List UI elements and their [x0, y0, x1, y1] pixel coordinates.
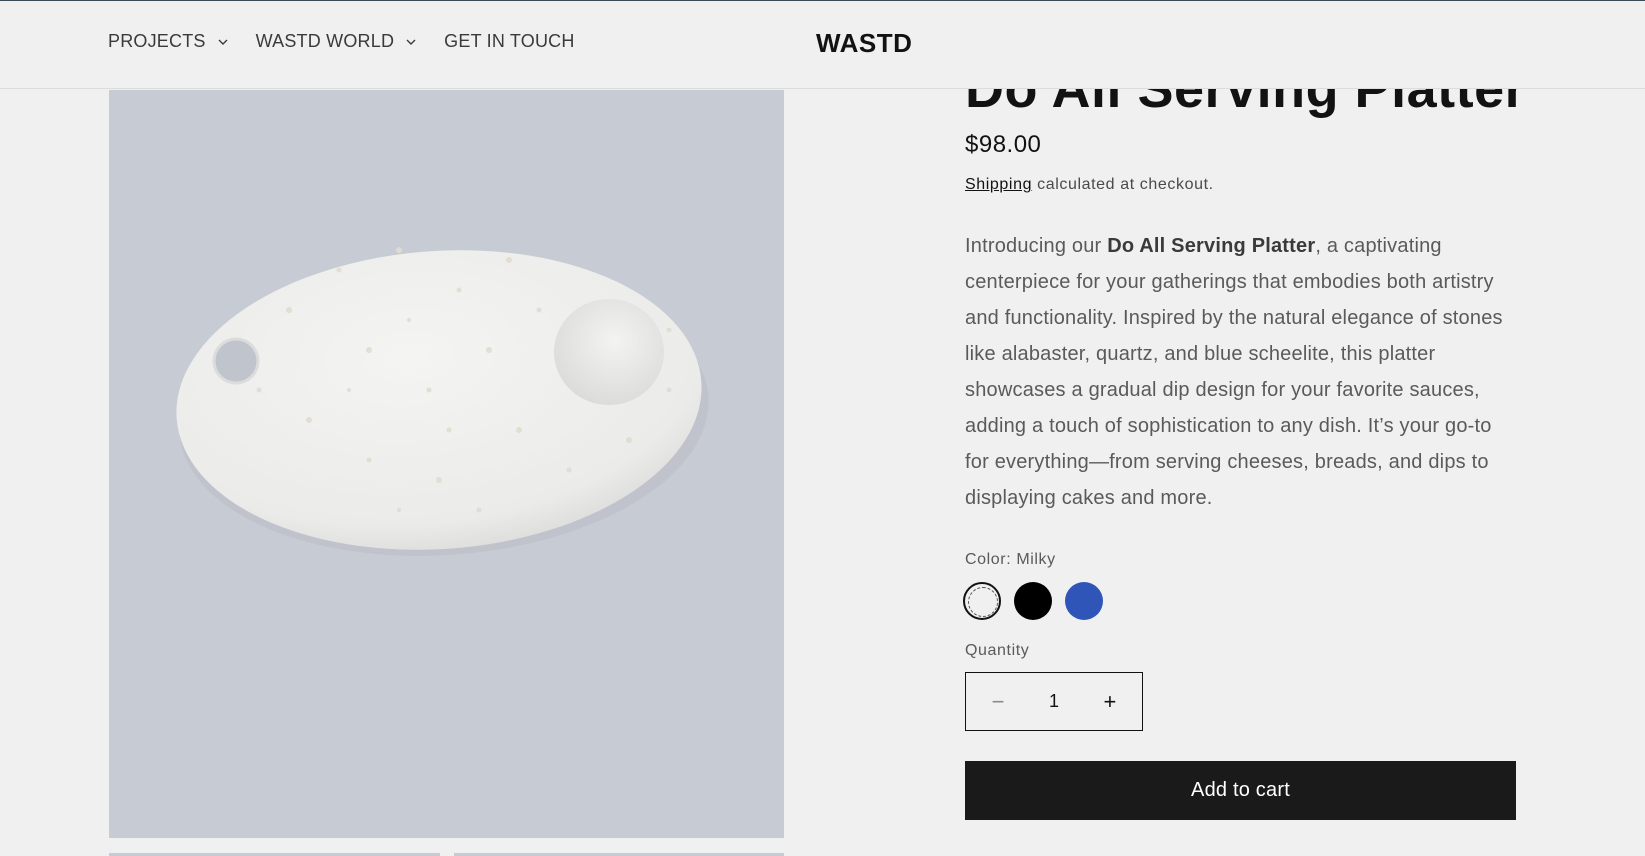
quantity-increase-button[interactable]: +	[1098, 689, 1122, 715]
description-rest: , a captivating centerpiece for your gat…	[965, 235, 1503, 509]
product-price: $98.00	[965, 131, 1042, 158]
add-to-cart-button[interactable]: Add to cart	[965, 761, 1516, 820]
nav-projects-label: PROJECTS	[108, 31, 206, 51]
description-product-name: Do All Serving Platter	[1107, 235, 1316, 257]
platter-image	[176, 247, 709, 556]
nav-wastd-world-label: WASTD WORLD	[255, 31, 395, 51]
shipping-note: Shipping calculated at checkout.	[965, 176, 1214, 194]
quantity-label: Quantity	[965, 642, 1030, 659]
swatch-black[interactable]	[1014, 582, 1052, 620]
nav-get-in-touch-label: GET IN TOUCH	[444, 31, 575, 51]
description-intro: Introducing our	[965, 235, 1108, 257]
product-image[interactable]	[109, 90, 784, 838]
quantity-stepper: − 1 +	[965, 672, 1143, 731]
nav-wastd-world[interactable]: WASTD WORLD	[256, 31, 418, 52]
shipping-text: calculated at checkout.	[1032, 176, 1214, 193]
quantity-decrease-button[interactable]: −	[986, 689, 1010, 715]
main-nav: PROJECTS WASTD WORLD GET IN TOUCH	[108, 31, 602, 52]
shipping-link[interactable]: Shipping	[965, 176, 1032, 193]
brand-logo[interactable]: WASTD	[816, 28, 912, 59]
swatch-milky[interactable]	[963, 582, 1001, 620]
nav-get-in-touch[interactable]: GET IN TOUCH	[444, 31, 574, 52]
color-label: Color: Milky	[965, 551, 1056, 568]
site-header: PROJECTS WASTD WORLD GET IN TOUCH WASTD	[0, 1, 1645, 89]
color-swatches	[963, 582, 1103, 620]
nav-projects[interactable]: PROJECTS	[108, 31, 229, 52]
swatch-blue[interactable]	[1065, 582, 1103, 620]
quantity-input[interactable]: 1	[1049, 691, 1059, 712]
chevron-down-icon	[406, 39, 416, 45]
chevron-down-icon	[218, 39, 228, 45]
product-description: Introducing our Do All Serving Platter, …	[965, 228, 1520, 516]
